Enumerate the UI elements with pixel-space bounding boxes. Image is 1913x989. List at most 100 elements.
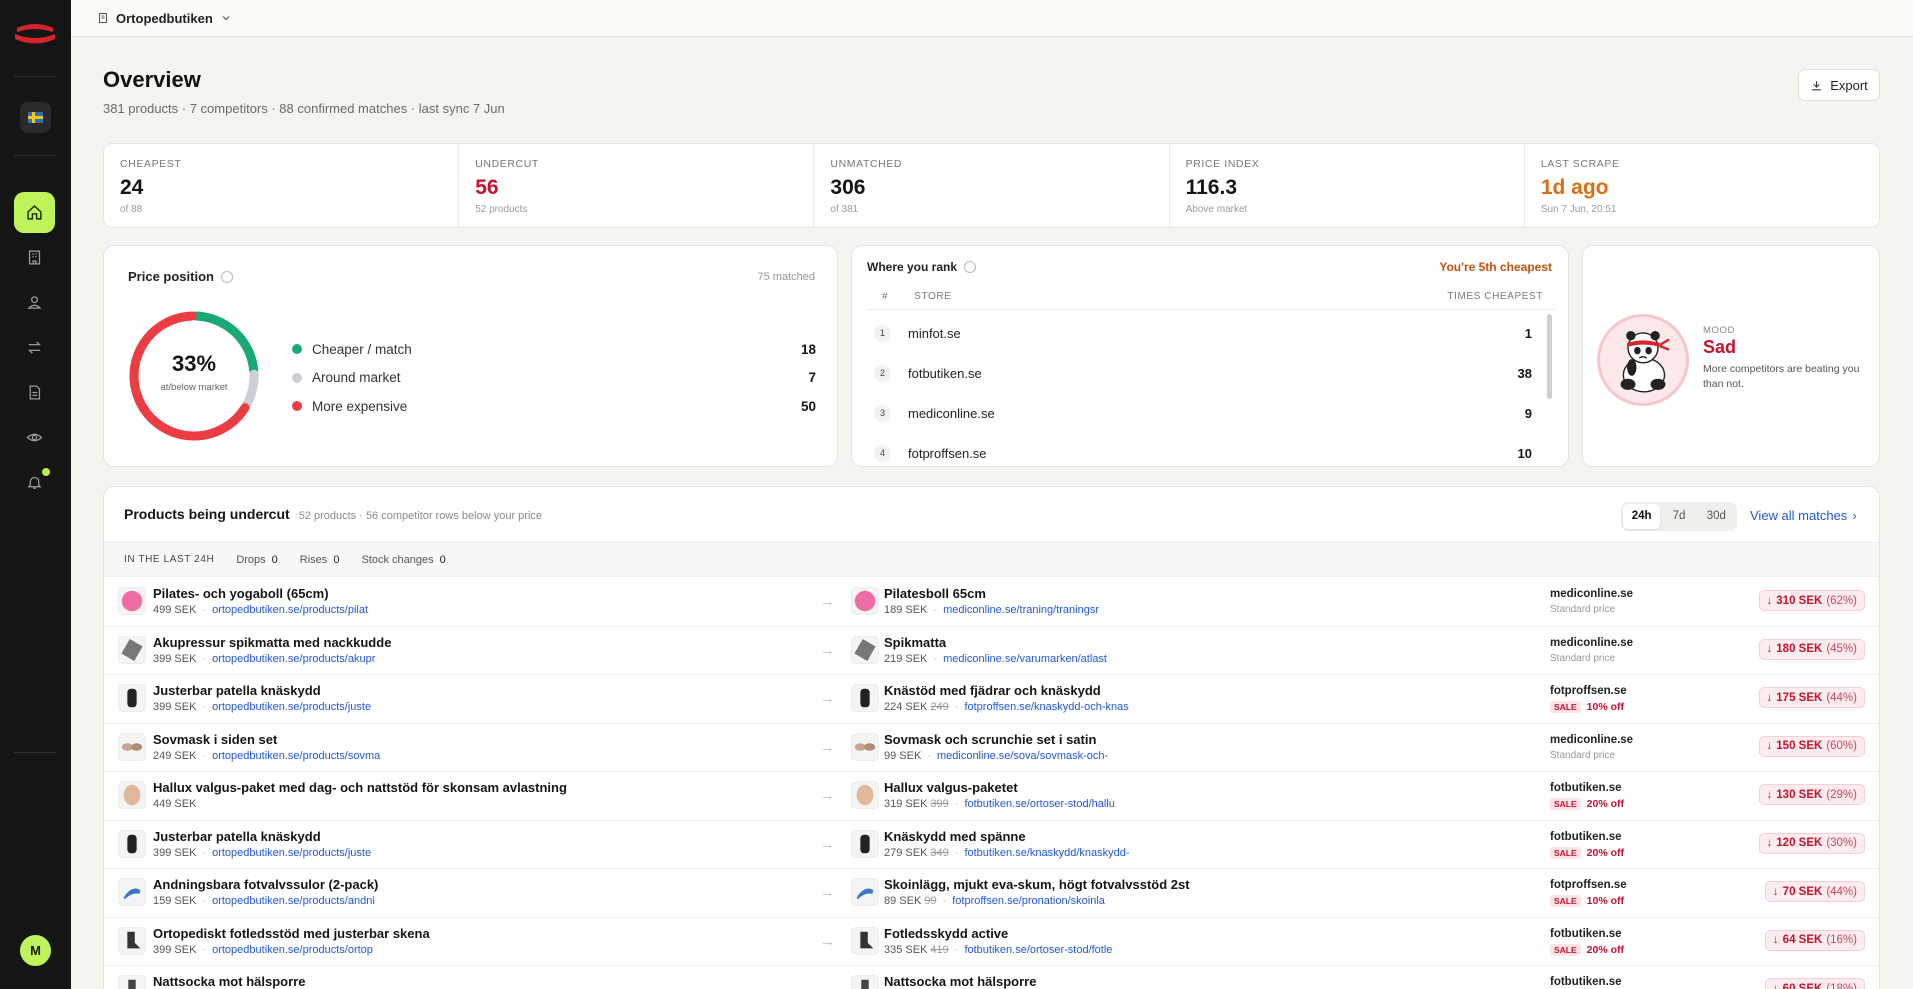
own-product-meta: 399 SEK · ortopedbutiken.se/products/akupr xyxy=(153,653,375,665)
range-7d[interactable]: 7d xyxy=(1660,504,1697,529)
own-product-link[interactable]: ortopedbutiken.se/products/pilat xyxy=(212,604,368,616)
store-switcher[interactable]: Ortopedbutiken xyxy=(97,11,232,26)
competitor-store: mediconline.se xyxy=(1550,636,1634,649)
info-icon[interactable] xyxy=(964,261,977,273)
own-product-link[interactable]: ortopedbutiken.se/products/akupr xyxy=(212,653,375,665)
own-product-name[interactable]: Nattsocka mot hälsporre xyxy=(153,974,305,989)
own-product-link[interactable]: ortopedbutiken.se/products/ortop xyxy=(212,944,373,956)
rank-row[interactable]: 4 fotproffsen.se 10 xyxy=(874,433,1532,466)
competitor-product-link[interactable]: mediconline.se/varumarken/atlast xyxy=(943,653,1107,665)
competitor-product-link[interactable]: mediconline.se/traning/traningsr xyxy=(943,604,1099,616)
undercut-row[interactable]: Nattsocka mot hälsporre → Nattsocka mot hä… xyxy=(104,966,1879,989)
competitor-product-name[interactable]: Sovmask och scrunchie set i satin xyxy=(884,732,1096,747)
own-product-link[interactable]: ortopedbutiken.se/products/juste xyxy=(212,847,371,859)
ninja-logo-icon[interactable] xyxy=(13,22,57,48)
col-store: STORE xyxy=(914,291,952,302)
own-product-name[interactable]: Justerbar patella knäskydd xyxy=(153,683,321,698)
undercut-row[interactable]: Justerbar patella knäskydd 399 SEK · ortope… xyxy=(104,675,1879,724)
range-30d[interactable]: 30d xyxy=(1698,504,1735,529)
nav-stores[interactable] xyxy=(14,237,55,278)
separator: · xyxy=(202,652,207,665)
discount-off: 20% off xyxy=(1586,846,1625,859)
swap-arrows-icon xyxy=(28,341,41,354)
kpi-sub: 52 products xyxy=(475,204,528,215)
own-product-name[interactable]: Akupressur spikmatta med nackkudde xyxy=(153,635,391,650)
competitor-product-name[interactable]: Skoinlägg, mjukt eva-skum, högt fotvalvs… xyxy=(884,877,1190,892)
legend-row: More expensive 50 xyxy=(292,392,816,421)
competitor-product-name[interactable]: Fotledsskydd active xyxy=(884,926,1008,941)
nav-reports[interactable] xyxy=(14,372,55,413)
own-product-meta: 399 SEK · ortopedbutiken.se/products/juste xyxy=(153,701,371,713)
price-difference-badge: ↓ 120 SEK (30%) xyxy=(1758,832,1865,854)
separator: · xyxy=(933,652,938,665)
own-price: 159 SEK xyxy=(153,895,197,907)
competitor-product-link[interactable]: fotproffsen.se/pronation/skoinla xyxy=(952,895,1105,907)
diff-amount: 120 SEK xyxy=(1776,837,1823,849)
price-difference-badge: ↓ 130 SEK (29%) xyxy=(1758,784,1865,805)
undercut-row[interactable]: Hallux valgus-paket med dag- och nattstö… xyxy=(104,772,1879,821)
undercut-row[interactable]: Ortopediskt fotledsstöd med justerbar sk… xyxy=(104,918,1879,966)
undercut-row[interactable]: Pilates- och yogaboll (65cm) 499 SEK · orto… xyxy=(104,578,1879,627)
own-product-name[interactable]: Sovmask i siden set xyxy=(153,732,277,747)
own-product-link[interactable]: ortopedbutiken.se/products/andni xyxy=(212,895,375,907)
competitor-product-name[interactable]: Knäskydd med spänne xyxy=(884,829,1026,844)
separator: · xyxy=(942,895,947,907)
rank-row[interactable]: 1 minfot.se 1 xyxy=(874,313,1532,353)
price-difference-badge: ↓ 70 SEK (44%) xyxy=(1764,881,1865,902)
export-button[interactable]: Export xyxy=(1798,69,1880,101)
own-product-name[interactable]: Justerbar patella knäskydd xyxy=(153,829,321,844)
competitor-product-link[interactable]: fotbutiken.se/ortoser-stod/hallu xyxy=(964,798,1114,810)
sweden-flag-icon[interactable] xyxy=(20,102,51,133)
stat-count: 0 xyxy=(333,553,340,566)
undercut-row[interactable]: Akupressur spikmatta med nackkudde 399 SE… xyxy=(104,627,1879,675)
scrollbar[interactable] xyxy=(1547,314,1552,399)
own-product-name[interactable]: Hallux valgus-paket med dag- och nattstö… xyxy=(153,780,567,795)
nav-alerts[interactable] xyxy=(14,462,55,503)
nav-watch[interactable] xyxy=(14,417,55,458)
competitor-product-link[interactable]: fotproffsen.se/knaskydd-och-knas xyxy=(964,701,1128,713)
user-avatar[interactable]: M xyxy=(20,935,51,966)
price-position-legend: Cheaper / match 18 Around market 7 More … xyxy=(292,335,816,421)
own-price: 499 SEK xyxy=(153,604,197,616)
separator: · xyxy=(954,798,959,810)
view-all-matches-link[interactable]: View all matches › xyxy=(1750,508,1857,523)
own-price: 449 SEK xyxy=(153,798,197,810)
sidebar: M xyxy=(0,0,71,989)
competitor-product-meta: 89 SEK 99 · fotproffsen.se/pronation/skoinl… xyxy=(884,895,1105,907)
competitor-product-meta: 189 SEK · mediconline.se/traning/traningsr xyxy=(884,604,1099,616)
mood-label: MOOD xyxy=(1703,325,1735,336)
undercut-row[interactable]: Justerbar patella knäskydd 399 SEK · ortope… xyxy=(104,821,1879,869)
own-product-name[interactable]: Andningsbara fotvalvssulor (2-pack) xyxy=(153,877,378,892)
competitor-product-name[interactable]: Knästöd med fjädrar och knäskydd xyxy=(884,683,1101,698)
competitor-product-link[interactable]: fotbutiken.se/knaskydd/knaskydd- xyxy=(964,847,1129,859)
info-icon[interactable] xyxy=(220,270,233,283)
undercut-row[interactable]: Sovmask i siden set 249 SEK · ortopedbutike… xyxy=(104,724,1879,772)
separator: · xyxy=(202,846,207,859)
competitor-product-link[interactable]: mediconline.se/sova/sovmask-och- xyxy=(937,750,1108,762)
price-tag: SALE 20% off xyxy=(1550,846,1625,859)
own-product-name[interactable]: Pilates- och yogaboll (65cm) xyxy=(153,586,329,601)
nav-competitors[interactable] xyxy=(14,282,55,323)
kpi-price-index: PRICE INDEX 116.3 Above market xyxy=(1170,144,1525,227)
rank-list[interactable]: 1 minfot.se 1 2 fotbutiken.se 38 3 medic… xyxy=(874,313,1532,466)
competitor-product-name[interactable]: Hallux valgus-paketet xyxy=(884,780,1018,795)
competitor-product-name[interactable]: Spikmatta xyxy=(884,635,946,650)
rank-row[interactable]: 2 fotbutiken.se 38 xyxy=(874,353,1532,393)
range-24h[interactable]: 24h xyxy=(1623,504,1661,529)
rank-row[interactable]: 3 mediconline.se 9 xyxy=(874,393,1532,433)
own-product-name[interactable]: Ortopediskt fotledsstöd med justerbar sk… xyxy=(153,926,430,941)
change-stats-bar: IN THE LAST 24H Drops 0 Rises 0 Stock chan… xyxy=(104,542,1879,577)
nav-home[interactable] xyxy=(14,192,55,233)
competitor-product-name[interactable]: Pilatesboll 65cm xyxy=(884,586,986,601)
own-product-thumbnail xyxy=(118,635,146,664)
own-product-link[interactable]: ortopedbutiken.se/products/juste xyxy=(212,701,371,713)
nav-matches[interactable] xyxy=(14,327,55,368)
competitor-product-name[interactable]: Nattsocka mot hälsporre xyxy=(884,974,1036,989)
competitor-product-link[interactable]: fotbutiken.se/ortoser-stod/fotle xyxy=(964,944,1112,956)
competitor-store: fotbutiken.se xyxy=(1550,830,1622,843)
legend-row: Cheaper / match 18 xyxy=(292,335,816,364)
undercut-row[interactable]: Andningsbara fotvalvssulor (2-pack) 159 S… xyxy=(104,869,1879,918)
own-product-link[interactable]: ortopedbutiken.se/products/sovma xyxy=(212,750,380,762)
legend-dot xyxy=(292,401,302,412)
store-name: Ortopedbutiken xyxy=(116,10,213,26)
